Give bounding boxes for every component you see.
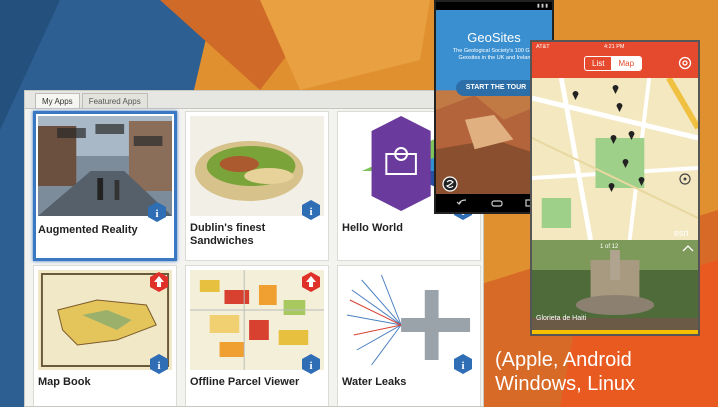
tile-title: Map Book xyxy=(38,376,91,388)
carrier-label: AT&T xyxy=(536,44,550,50)
accent-bar xyxy=(532,330,698,334)
caption-line-2: Windows, Linux xyxy=(495,373,636,395)
augmented-reality-thumbnail xyxy=(38,116,172,216)
app-tile-water-leaks[interactable]: i Water Leaks xyxy=(337,265,481,406)
update-icon[interactable] xyxy=(302,272,320,292)
list-map-toggle: List Map xyxy=(584,56,643,71)
map-pin-icon[interactable] xyxy=(610,134,617,144)
back-icon[interactable] xyxy=(456,198,468,208)
tab-featured-apps[interactable]: Featured Apps xyxy=(81,93,148,108)
svg-text:i: i xyxy=(461,360,464,372)
update-icon[interactable] xyxy=(150,272,168,292)
tile-title: Water Leaks xyxy=(342,376,407,388)
map-pin-icon[interactable] xyxy=(612,84,619,94)
map-pin-icon[interactable] xyxy=(572,90,579,100)
home-icon[interactable] xyxy=(490,198,504,208)
map-pin-icon[interactable] xyxy=(622,158,629,168)
info-icon[interactable]: i xyxy=(454,354,472,374)
app-tile-augmented-reality[interactable]: i Augmented Reality xyxy=(33,111,177,261)
svg-text:i: i xyxy=(309,360,312,372)
info-icon[interactable]: i xyxy=(302,354,320,374)
street-map xyxy=(532,78,698,240)
svg-text:i: i xyxy=(157,360,160,372)
map-pin-icon[interactable] xyxy=(628,130,635,140)
chevron-up-icon[interactable] xyxy=(682,244,694,252)
caption-line-1: (Apple, Android xyxy=(495,349,632,371)
tile-title: Hello World xyxy=(342,222,403,234)
svg-text:i: i xyxy=(155,208,158,220)
svg-text:i: i xyxy=(309,206,312,218)
map-app-phone-screenshot: AT&T 4:21 PM List Map 1 of 12 esri Glori… xyxy=(530,40,700,336)
photo-caption: Glorieta de Haiti xyxy=(536,315,587,322)
app-gallery-window: My Apps Featured Apps i Augmented Realit… xyxy=(24,90,484,407)
gallery-tabs: My Apps Featured Apps xyxy=(25,91,483,109)
locate-icon[interactable] xyxy=(678,172,692,186)
photo-counter: 1 of 12 xyxy=(600,244,619,250)
tile-title: Augmented Reality xyxy=(38,224,138,236)
start-tour-button[interactable]: START THE TOUR xyxy=(456,80,536,96)
tile-title: Dublin's finest Sandwiches xyxy=(190,222,266,247)
app-tile-offline-parcel-viewer[interactable]: i Offline Parcel Viewer xyxy=(185,265,329,406)
app-tile-map-book[interactable]: i Map Book xyxy=(33,265,177,406)
platforms-caption: (Apple, Android Windows, Linux xyxy=(495,348,635,396)
map-pin-icon[interactable] xyxy=(616,102,623,112)
geological-society-logo-icon xyxy=(442,176,458,192)
tab-my-apps[interactable]: My Apps xyxy=(35,93,80,108)
status-bar: ▮ ▮ ▮ xyxy=(436,2,552,10)
info-icon[interactable]: i xyxy=(148,202,166,222)
map-app-header: AT&T 4:21 PM List Map xyxy=(532,42,698,78)
info-icon[interactable]: i xyxy=(302,200,320,220)
app-tile-dublins-finest-sandwiches[interactable]: i Dublin's finest Sandwiches xyxy=(185,111,329,261)
list-tab[interactable]: List xyxy=(585,57,611,70)
info-icon[interactable]: i xyxy=(150,354,168,374)
map-tab[interactable]: Map xyxy=(611,57,642,70)
esri-watermark: esri xyxy=(674,228,689,238)
time-label: 4:21 PM xyxy=(604,44,625,50)
target-icon[interactable] xyxy=(678,56,692,70)
tile-title: Offline Parcel Viewer xyxy=(190,376,300,388)
map-pin-icon[interactable] xyxy=(608,182,615,192)
map-pin-icon[interactable] xyxy=(638,176,645,186)
